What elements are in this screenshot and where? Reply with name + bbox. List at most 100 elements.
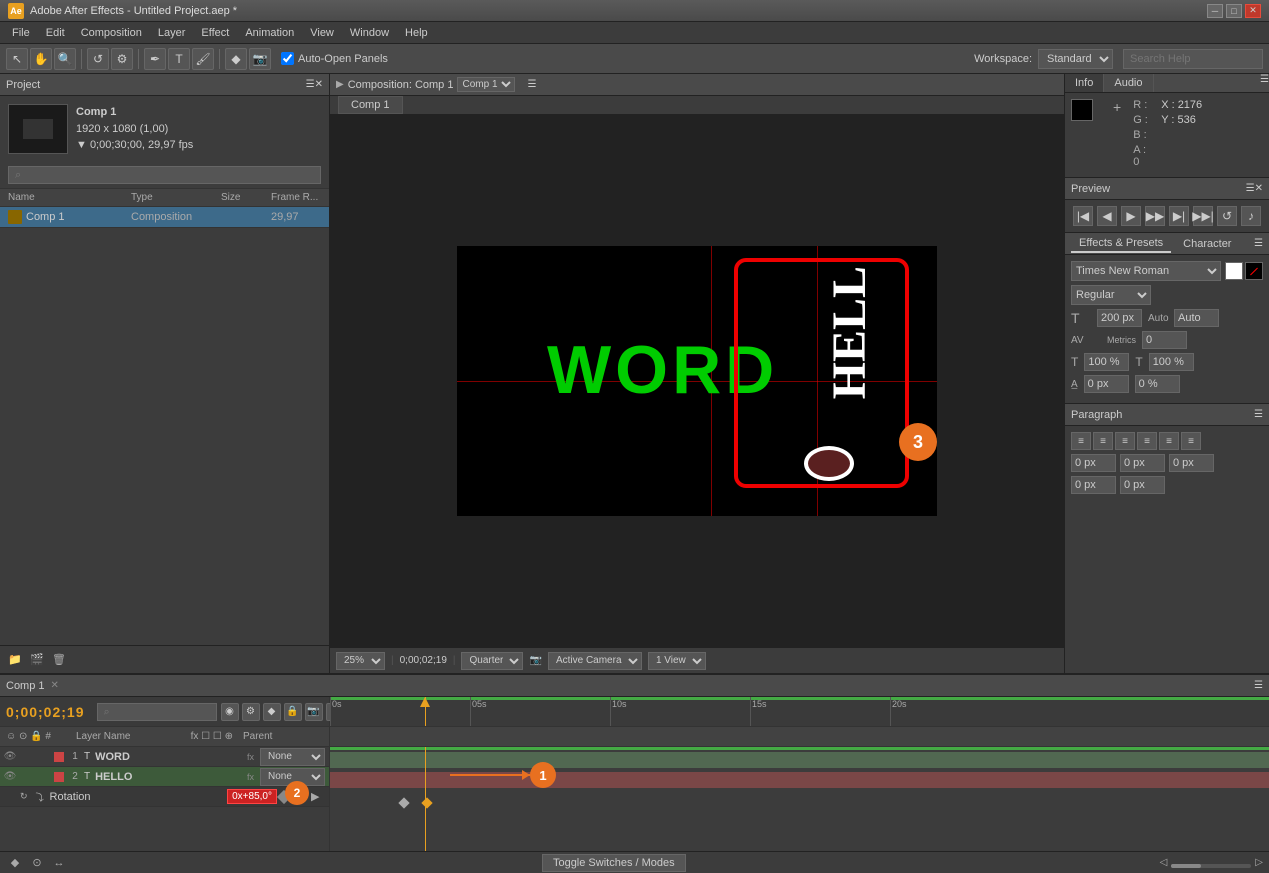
menu-effect[interactable]: Effect — [193, 25, 237, 41]
menu-file[interactable]: File — [4, 25, 38, 41]
timeline-solo-toggle[interactable]: ⊙ — [28, 854, 46, 872]
next-keyframe-btn[interactable]: ▶ — [311, 790, 325, 804]
leading-input[interactable] — [1174, 309, 1219, 327]
keyframe-at-playhead[interactable] — [421, 797, 432, 808]
justify-center-btn[interactable]: ≡ — [1159, 432, 1179, 450]
comp-canvas[interactable]: WORD HELL 3 — [457, 246, 937, 516]
layer-row-2[interactable]: 👁 2 T HELLO fx None — [0, 767, 329, 787]
menu-layer[interactable]: Layer — [150, 25, 194, 41]
camera-select[interactable]: Active Camera — [548, 652, 642, 670]
timeline-timecode[interactable]: 0;00;02;19 — [6, 704, 85, 720]
layer-1-fx[interactable]: fx — [247, 752, 254, 762]
audio-tab[interactable]: Audio — [1104, 74, 1153, 92]
prev-frame-btn[interactable]: ◀ — [1097, 206, 1117, 226]
camera-tool[interactable]: 📷 — [249, 48, 271, 70]
justify-btn[interactable]: ≡ — [1137, 432, 1157, 450]
layer-1-parent[interactable]: None — [260, 748, 325, 766]
align-center-btn[interactable]: ≡ — [1093, 432, 1113, 450]
minimize-button[interactable]: ─ — [1207, 4, 1223, 18]
timeline-close-btn[interactable]: ✕ — [51, 680, 59, 691]
project-search-input[interactable] — [8, 166, 321, 184]
first-frame-btn[interactable]: |◀ — [1073, 206, 1093, 226]
font-select[interactable]: Times New Roman — [1071, 261, 1221, 281]
font-style-select[interactable]: Regular — [1071, 285, 1151, 305]
layer-1-bar[interactable] — [330, 752, 1269, 768]
vert-scale-input[interactable] — [1084, 353, 1129, 371]
hand-tool[interactable]: ✋ — [30, 48, 52, 70]
justify-right-btn[interactable]: ≡ — [1181, 432, 1201, 450]
last-frame-btn[interactable]: ▶▶| — [1193, 206, 1213, 226]
play-btn[interactable]: ▶ — [1121, 206, 1141, 226]
timeline-menu[interactable]: ☰ — [1254, 680, 1263, 691]
comp-panel-menu[interactable]: ☰ — [527, 79, 536, 90]
text-tool[interactable]: T — [168, 48, 190, 70]
rotation-input[interactable] — [1135, 375, 1180, 393]
maximize-button[interactable]: □ — [1226, 4, 1242, 18]
selection-tool[interactable]: ↖ — [6, 48, 28, 70]
indent-top-input[interactable] — [1120, 454, 1165, 472]
menu-edit[interactable]: Edit — [38, 25, 73, 41]
play-audio-btn[interactable]: ▶▶ — [1145, 206, 1165, 226]
quality-select[interactable]: Quarter — [461, 652, 523, 670]
timeline-settings-btn[interactable]: ⚙ — [242, 703, 260, 721]
project-panel-close[interactable]: ✕ — [315, 79, 323, 90]
timeline-zoom-out[interactable]: ◁ — [1160, 857, 1168, 868]
layer-2-fx[interactable]: fx — [247, 772, 254, 782]
playhead[interactable] — [425, 697, 426, 726]
timeline-search-input[interactable] — [97, 703, 217, 721]
font-size-input[interactable] — [1097, 309, 1142, 327]
layer-2-visibility[interactable]: 👁 — [4, 771, 16, 783]
toggle-switches-modes-btn[interactable]: Toggle Switches / Modes — [542, 854, 686, 872]
menu-window[interactable]: Window — [342, 25, 397, 41]
timeline-camera-btn[interactable]: 📷 — [305, 703, 323, 721]
layer-row-1[interactable]: 👁 1 T WORD fx None — [0, 747, 329, 767]
space-before-input[interactable] — [1071, 476, 1116, 494]
shape-tool[interactable]: ◆ — [225, 48, 247, 70]
workspace-select[interactable]: Standard — [1038, 49, 1113, 69]
new-folder-btn[interactable]: 📁 — [6, 651, 24, 669]
close-button[interactable]: ✕ — [1245, 4, 1261, 18]
character-tab[interactable]: Character — [1175, 236, 1239, 252]
horiz-scale-input[interactable] — [1149, 353, 1194, 371]
info-panel-menu[interactable]: ☰ — [1260, 74, 1269, 92]
project-panel-menu[interactable]: ☰ — [306, 79, 315, 90]
indent-right-input[interactable] — [1169, 454, 1214, 472]
timeline-zoom-slider[interactable] — [1171, 864, 1251, 868]
timeline-solo-btn[interactable]: ◉ — [221, 703, 239, 721]
rotation-value[interactable]: 0x+85,0° — [227, 789, 277, 804]
new-comp-btn[interactable]: 🎬 — [28, 651, 46, 669]
baseline-input[interactable] — [1084, 375, 1129, 393]
delete-btn[interactable]: 🗑 — [50, 651, 68, 669]
preview-menu[interactable]: ☰ — [1246, 183, 1255, 194]
fill-color-swatch[interactable] — [1225, 262, 1243, 280]
comp-name-dropdown[interactable]: Comp 1 — [76, 104, 193, 121]
color-swatch[interactable] — [1071, 99, 1093, 121]
next-frame-btn[interactable]: ▶| — [1169, 206, 1189, 226]
effects-presets-tab[interactable]: Effects & Presets — [1071, 235, 1171, 253]
pen-tool[interactable]: ✒ — [144, 48, 166, 70]
menu-view[interactable]: View — [302, 25, 342, 41]
para-menu[interactable]: ☰ — [1254, 409, 1263, 420]
menu-animation[interactable]: Animation — [237, 25, 302, 41]
loop-btn[interactable]: ↺ — [1217, 206, 1237, 226]
layer-rotation-row[interactable]: ↻ ⤵ Rotation 0x+85,0° 2 ◀ ▶ — [0, 787, 329, 807]
project-item-comp1[interactable]: Comp 1 Composition 29,97 — [0, 207, 329, 228]
space-after-input[interactable] — [1120, 476, 1165, 494]
info-tab[interactable]: Info — [1065, 74, 1104, 92]
ep-menu[interactable]: ☰ — [1254, 238, 1263, 249]
zoom-select[interactable]: 25% — [336, 652, 385, 670]
timeline-nav-btn[interactable]: ↔ — [50, 854, 68, 872]
rotate-tool[interactable]: ↺ — [87, 48, 109, 70]
comp-tab[interactable]: Comp 1 — [338, 96, 403, 114]
timeline-add-marker[interactable]: ◆ — [6, 854, 24, 872]
preview-close[interactable]: ✕ — [1255, 183, 1263, 194]
layer-1-visibility[interactable]: 👁 — [4, 751, 16, 763]
indent-left-input[interactable] — [1071, 454, 1116, 472]
zoom-tool[interactable]: 🔍 — [54, 48, 76, 70]
timeline-marker-btn[interactable]: ◆ — [263, 703, 281, 721]
timeline-zoom-in[interactable]: ▷ — [1255, 857, 1263, 868]
menu-help[interactable]: Help — [397, 25, 436, 41]
brush-tool[interactable]: 🖌 — [192, 48, 214, 70]
menu-composition[interactable]: Composition — [73, 25, 150, 41]
auto-open-checkbox[interactable] — [281, 52, 294, 65]
